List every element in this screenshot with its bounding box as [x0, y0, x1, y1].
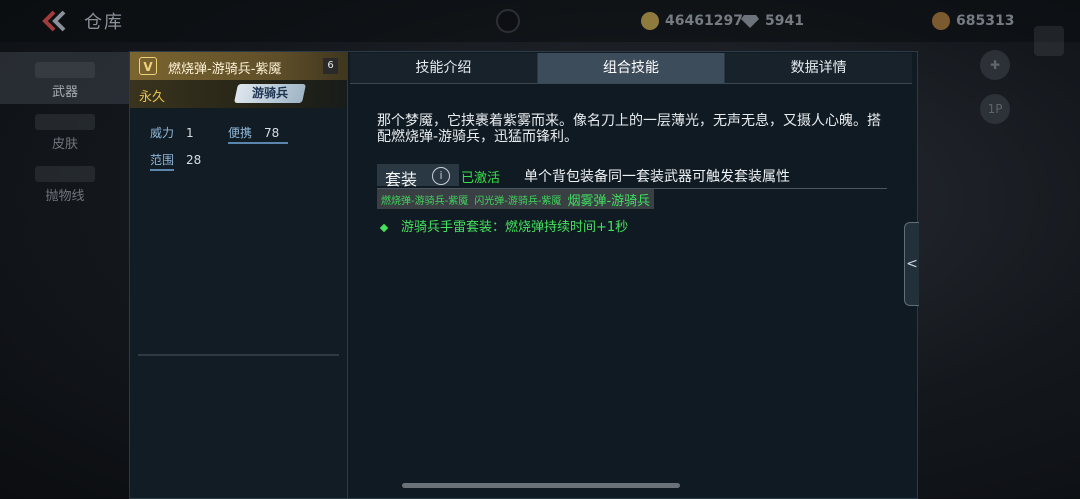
- stat-value: 1: [186, 126, 194, 140]
- nav-item-weapon[interactable]: 武器: [0, 52, 130, 104]
- trajectory-icon: [35, 166, 95, 182]
- duration-label: 永久: [139, 90, 166, 105]
- coin-amount: 685313: [956, 13, 1015, 29]
- side-box-icon: [1034, 26, 1064, 56]
- tab-skill-intro[interactable]: 技能介绍: [350, 53, 538, 83]
- stat-label: 便携: [228, 126, 253, 140]
- set-box: 套装 i: [377, 164, 459, 189]
- item-header: V 燃烧弹-游骑兵-紫魇 6: [130, 52, 347, 80]
- stat-label: 范围: [150, 153, 175, 167]
- stat-power: 威力 1: [150, 124, 194, 141]
- center-indicator: [496, 9, 520, 33]
- stat-value: 28: [186, 153, 202, 167]
- item-subheader: 永久 游骑兵: [130, 80, 347, 108]
- set-member: 闪光弹-游骑兵-紫魇: [474, 195, 562, 207]
- info-icon[interactable]: i: [432, 167, 450, 185]
- page-title: 仓库: [84, 12, 124, 33]
- item-summary: V 燃烧弹-游骑兵-紫魇 6 永久 游骑兵 威力 1 便携 78 范围 28: [130, 52, 348, 498]
- set-member: 燃烧弹-游骑兵-紫魇: [381, 195, 469, 207]
- suit-tag-label: 游骑兵: [251, 86, 288, 100]
- gold-coin-icon: [641, 12, 659, 30]
- set-description: 单个背包装备同一套装武器可触发套装属性: [524, 169, 790, 185]
- bullet-icon: [379, 223, 389, 232]
- skin-icon: [35, 114, 95, 130]
- diamond-icon: [741, 15, 759, 28]
- diamond-amount: 5941: [765, 13, 804, 29]
- stat-label: 威力: [150, 126, 175, 140]
- gamepad-icon[interactable]: ✚: [980, 50, 1010, 80]
- summary-divider: [138, 354, 339, 356]
- nav-item-label: 武器: [51, 85, 78, 100]
- level-badge: 6: [323, 58, 338, 74]
- set-bonus: 游骑兵手雷套装：燃烧弹持续时间+1秒: [379, 216, 629, 235]
- detail-tabs: 技能介绍 组合技能 数据详情: [350, 53, 913, 84]
- stat-underline: [228, 142, 288, 144]
- nav-item-trajectory[interactable]: 抛物线: [0, 156, 130, 208]
- stat-underline: [150, 169, 174, 171]
- back-arrow-icon[interactable]: [40, 9, 68, 33]
- coin-icon: [932, 12, 950, 30]
- player-button[interactable]: 1P: [980, 94, 1010, 124]
- top-bar: 仓库 46461297 5941 685313: [0, 0, 1080, 42]
- item-detail-panel: V 燃烧弹-游骑兵-紫魇 6 永久 游骑兵 威力 1 便携 78 范围 28 技能介绍…: [129, 51, 918, 499]
- set-row: 套装 i 已激活 单个背包装备同一套装武器可触发套装属性: [377, 162, 887, 189]
- tab-combo-skill[interactable]: 组合技能: [537, 53, 726, 83]
- suit-tag: 游骑兵: [233, 84, 307, 103]
- set-members: 燃烧弹-游骑兵-紫魇 闪光弹-游骑兵-紫魇 烟雾弹-游骑兵: [377, 189, 655, 209]
- set-bonus-text: 游骑兵手雷套装：燃烧弹持续时间+1秒: [401, 220, 629, 235]
- stat-portability: 便携 78: [228, 124, 288, 144]
- item-name: 燃烧弹-游骑兵-紫魇: [168, 62, 282, 77]
- category-nav: 武器 皮肤 抛物线: [0, 52, 130, 208]
- rifle-icon: [35, 62, 95, 78]
- horizontal-scrollbar[interactable]: [402, 483, 680, 488]
- nav-item-label: 皮肤: [51, 137, 78, 152]
- coin-currency: 685313: [932, 10, 1014, 32]
- collapse-panel-button[interactable]: <: [904, 222, 919, 306]
- activated-status: 已激活: [461, 171, 501, 186]
- gold-amount: 46461297: [665, 13, 743, 29]
- tab-data-details[interactable]: 数据详情: [725, 53, 913, 83]
- nav-item-skin[interactable]: 皮肤: [0, 104, 130, 156]
- gold-currency: 46461297: [641, 10, 743, 32]
- skin-description: 那个梦魇，它挟裹着紫雾而来。像名刀上的一层薄光，无声无息，又摄人心魄。搭配燃烧弹…: [377, 113, 881, 145]
- rarity-v-icon: V: [139, 57, 157, 75]
- stat-range: 范围 28: [150, 151, 202, 171]
- set-member: 烟雾弹-游骑兵: [567, 193, 651, 209]
- set-label: 套装: [385, 170, 418, 189]
- stat-value: 78: [264, 126, 280, 140]
- diamond-currency: 5941: [741, 10, 804, 32]
- nav-item-label: 抛物线: [45, 189, 85, 204]
